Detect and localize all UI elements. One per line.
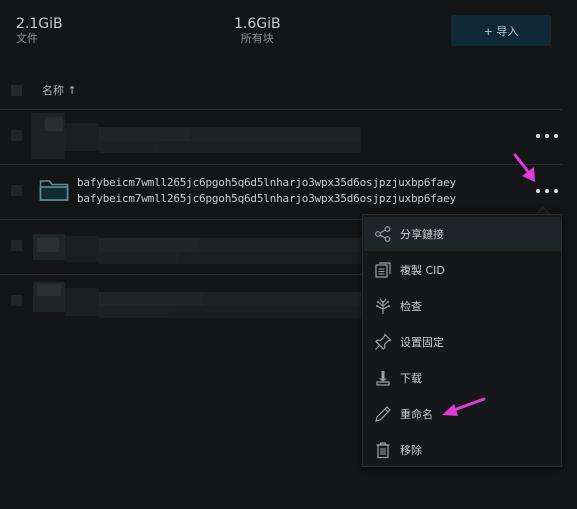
row-divider	[0, 164, 562, 165]
copy-icon	[375, 262, 391, 278]
import-button-label: + 导入	[483, 24, 519, 38]
menu-caret-inner	[537, 208, 549, 214]
redacted-row-content	[31, 224, 361, 270]
header-divider	[0, 109, 562, 110]
file-name[interactable]: bafybeicm7wmll265jc6pgoh5q6d5lnharjo3wpx…	[77, 176, 456, 189]
row-more-button[interactable]	[536, 185, 558, 197]
menu-item-download[interactable]: 下载	[364, 361, 561, 395]
row-checkbox[interactable]	[11, 130, 22, 141]
inspect-icon	[376, 298, 390, 314]
menu-item-label: 检查	[400, 300, 422, 313]
menu-item-label: 分享鏈接	[400, 228, 444, 241]
file-cid: bafybeicm7wmll265jc6pgoh5q6d5lnharjo3wpx…	[77, 192, 456, 205]
download-icon	[376, 371, 390, 386]
redacted-row-content	[31, 278, 361, 324]
annotation-arrow-more	[513, 153, 535, 182]
blocks-size-value: 1.6GiB	[234, 16, 281, 32]
menu-item-inspect[interactable]: 检查	[364, 289, 561, 323]
menu-item-label: 下载	[400, 372, 422, 385]
menu-item-label: 複製 CID	[400, 264, 445, 277]
files-label: 文件	[16, 32, 38, 45]
menu-item-copy-cid[interactable]: 複製 CID	[364, 253, 561, 287]
menu-item-label: 重命名	[400, 408, 433, 421]
name-column-header[interactable]: 名称 ↑	[42, 82, 77, 98]
select-all-checkbox[interactable]	[11, 85, 22, 96]
files-size-value: 2.1GiB	[16, 16, 63, 32]
row-more-button[interactable]	[536, 130, 558, 142]
blocks-label: 所有块	[240, 32, 274, 45]
menu-item-label: 设置固定	[400, 336, 444, 349]
menu-item-share-link[interactable]: 分享鏈接	[364, 217, 561, 251]
redacted-row-content	[31, 113, 361, 159]
folder-icon	[39, 180, 69, 201]
row-checkbox[interactable]	[11, 240, 22, 251]
trash-icon	[376, 442, 390, 459]
menu-item-set-pin[interactable]: 设置固定	[364, 325, 561, 359]
pin-icon	[375, 333, 392, 350]
row-checkbox[interactable]	[11, 185, 22, 196]
share-icon	[375, 226, 391, 242]
blocks-stat: 1.6GiB 所有块	[234, 16, 281, 46]
menu-item-label: 移除	[400, 444, 422, 457]
import-button[interactable]: + 导入	[451, 15, 551, 46]
annotation-arrow-rename	[442, 397, 486, 416]
files-stat: 2.1GiB 文件	[16, 16, 63, 46]
pencil-icon	[375, 406, 391, 422]
menu-item-remove[interactable]: 移除	[364, 433, 561, 467]
context-menu: 分享鏈接 複製 CID 检查 设置固定 下载 重命名 移除	[362, 214, 562, 467]
row-checkbox[interactable]	[11, 295, 22, 306]
